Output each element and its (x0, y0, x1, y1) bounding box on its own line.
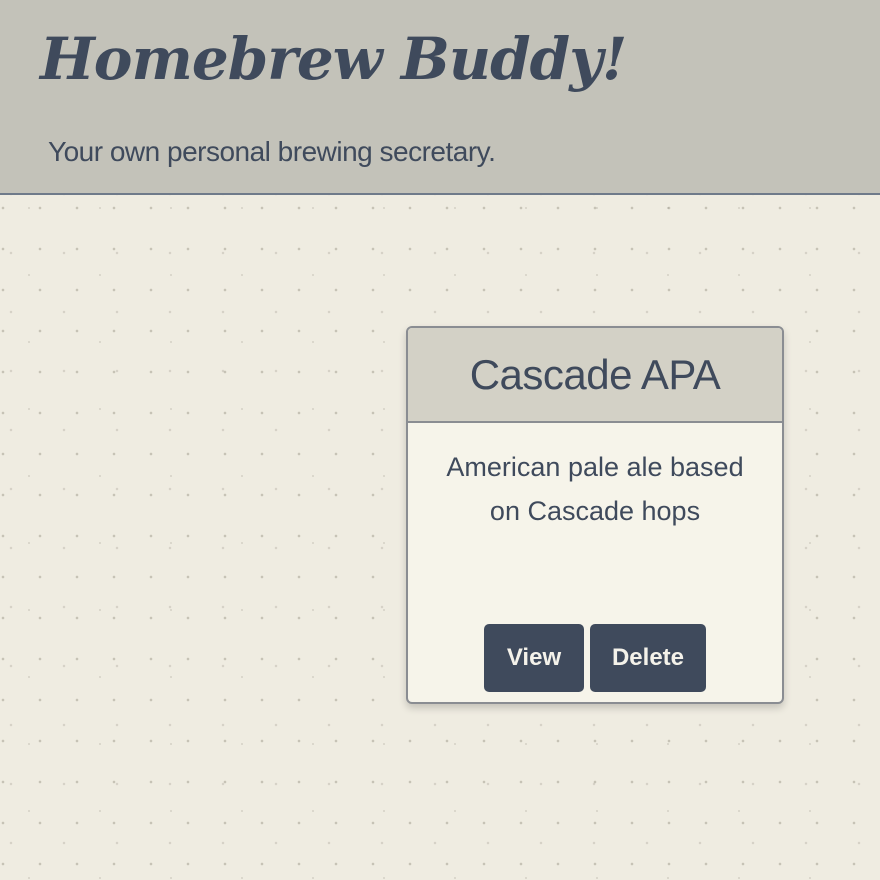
app-subtitle: Your own personal brewing secretary. (48, 136, 496, 167)
recipe-card-actions: View Delete (408, 624, 782, 692)
recipe-name: Cascade APA (469, 350, 721, 398)
recipe-card: Cascade APA American pale ale based on C… (406, 326, 784, 704)
site-header: Homebrew Buddy! Your own personal brewin… (0, 0, 880, 195)
recipe-description: American pale ale based on Cascade hops (446, 452, 744, 526)
recipe-card-header: Cascade APA (408, 328, 782, 423)
app-title: Homebrew Buddy! (40, 25, 627, 93)
view-button[interactable]: View (484, 624, 584, 692)
delete-button[interactable]: Delete (590, 624, 706, 692)
